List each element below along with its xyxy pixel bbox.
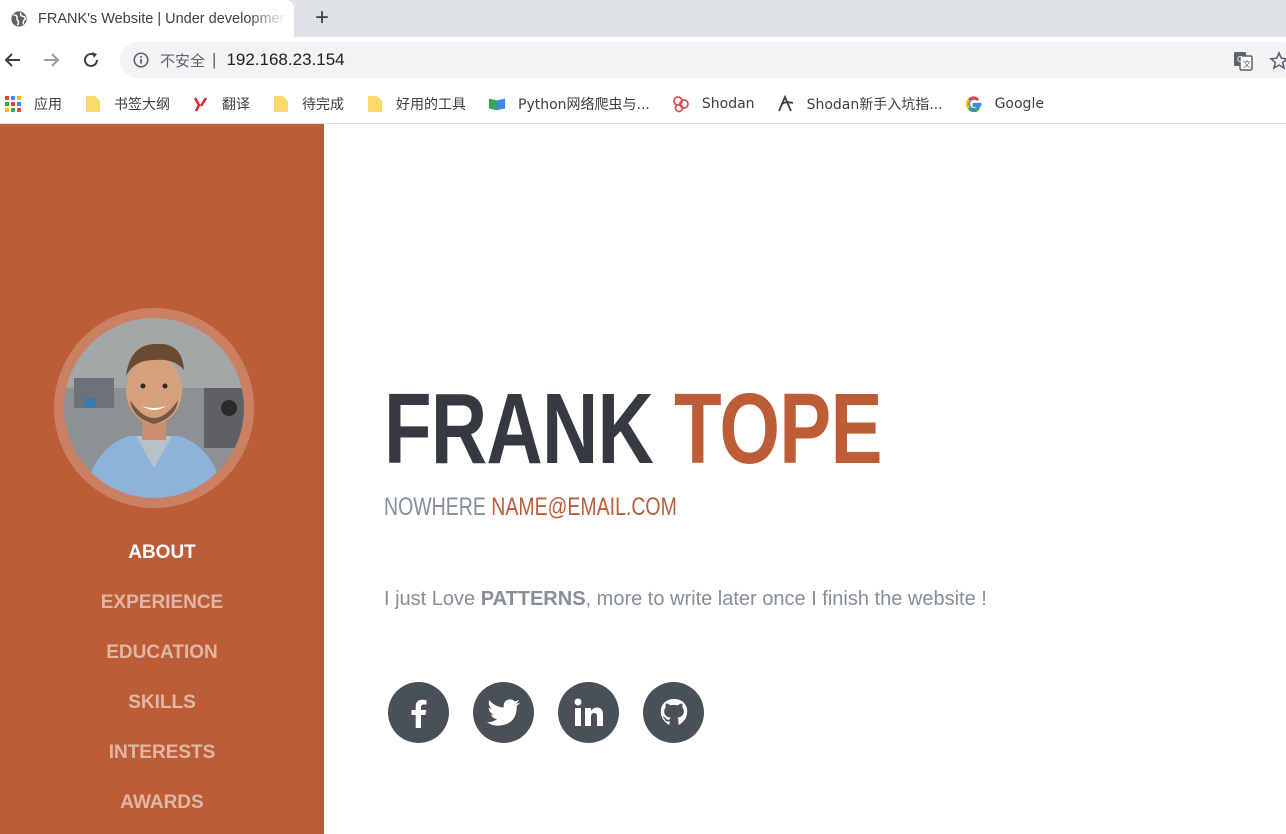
forward-arrow-icon [44, 53, 60, 67]
browser-toolbar: 不安全 | 192.168.23.154 G 文 [0, 37, 1286, 84]
forward-button[interactable] [38, 47, 64, 73]
youdao-icon [192, 95, 210, 113]
bookmark-apps[interactable]: 应用 [4, 90, 72, 118]
tab-title: FRANK's Website | Under development [38, 10, 286, 27]
bookmark-label: Python网络爬虫与... [518, 96, 650, 113]
translate-button[interactable]: G 文 [1232, 50, 1254, 72]
twitter-icon [486, 698, 520, 726]
url-text[interactable]: 192.168.23.154 [226, 50, 344, 70]
nav-item-awards[interactable]: AWARDS [0, 788, 324, 834]
twitter-button[interactable] [473, 682, 534, 743]
linkedin-icon [574, 698, 603, 726]
book-icon [488, 95, 506, 113]
bookmark-folder-todo[interactable]: 待完成 [272, 90, 354, 118]
lead-text-bold: PATTERNS [480, 588, 586, 610]
browser-tab[interactable]: FRANK's Website | Under development [0, 0, 294, 37]
bookmark-translate[interactable]: 翻译 [192, 90, 260, 118]
bookmarks-bar: 应用 书签大纲 翻译 待完成 好用的工具 Python网络爬虫与... Shod… [0, 84, 1286, 124]
nav-item-experience[interactable]: EXPERIENCE [0, 588, 324, 638]
bookmark-shodan-guide[interactable]: Shodan新手入坑指... [777, 90, 953, 118]
last-name: TOPE [673, 373, 883, 485]
back-button[interactable] [0, 47, 26, 73]
social-icons [388, 682, 728, 743]
globe-icon [11, 10, 27, 27]
bookmark-shodan[interactable]: Shodan [672, 90, 765, 118]
linkedin-button[interactable] [558, 682, 619, 743]
about-section: FRANK TOPE NOWHERE NAME@EMAIL.COM I just… [324, 124, 1286, 834]
star-icon [1269, 51, 1286, 70]
shodan-icon [672, 95, 690, 113]
tab-strip: FRANK's Website | Under development + [0, 0, 1286, 37]
sidebar: ABOUT EXPERIENCE EDUCATION SKILLS INTERE… [0, 124, 324, 834]
nav-item-interests[interactable]: INTERESTS [0, 738, 324, 788]
folder-icon [84, 95, 102, 113]
lead-text-start: I just Love [384, 588, 481, 610]
bookmark-label: 好用的工具 [396, 96, 466, 113]
address-separator: | [212, 50, 217, 69]
facebook-icon [411, 699, 426, 728]
nav-item-skills[interactable]: SKILLS [0, 688, 324, 738]
nav-item-about[interactable]: ABOUT [0, 538, 324, 588]
contact-subheading: NOWHERE NAME@EMAIL.COM [384, 492, 677, 522]
lead-text-end: , more to write later once I finish the … [585, 588, 987, 610]
bookmark-folder-tools[interactable]: 好用的工具 [366, 90, 476, 118]
bookmark-star-button[interactable] [1268, 50, 1286, 72]
folder-icon [272, 95, 290, 113]
page-title: FRANK TOPE [384, 373, 883, 485]
nav-item-education[interactable]: EDUCATION [0, 638, 324, 688]
security-label[interactable]: 不安全 [160, 50, 205, 71]
facebook-button[interactable] [388, 682, 449, 743]
profile-photo [64, 318, 244, 498]
sidebar-nav: ABOUT EXPERIENCE EDUCATION SKILLS INTERE… [0, 538, 324, 834]
github-icon [660, 698, 687, 725]
first-name: FRANK [384, 373, 654, 485]
bookmark-label: Shodan [701, 95, 755, 112]
info-icon[interactable] [132, 51, 150, 69]
bookmark-label: 翻译 [222, 96, 250, 113]
lead-paragraph: I just Love PATTERNS, more to write late… [384, 588, 987, 611]
address-bar[interactable]: 不安全 | 192.168.23.154 [120, 42, 1286, 78]
bookmark-label: 待完成 [302, 96, 344, 113]
bookmark-google[interactable]: Google [965, 90, 1054, 118]
reload-icon [84, 52, 98, 67]
reload-button[interactable] [78, 47, 104, 73]
apps-grid-icon [4, 95, 22, 113]
svg-text:文: 文 [1243, 59, 1251, 69]
new-tab-button[interactable]: + [308, 4, 336, 32]
address-text: NOWHERE [384, 493, 486, 521]
email-link[interactable]: NAME@EMAIL.COM [491, 493, 677, 521]
bookmark-folder-outline[interactable]: 书签大纲 [84, 90, 180, 118]
github-button[interactable] [643, 682, 704, 743]
folder-icon [366, 95, 384, 113]
bookmark-label: Shodan新手入坑指... [806, 96, 943, 113]
bookmark-label: 应用 [34, 96, 62, 113]
translate-icon: G 文 [1234, 52, 1253, 71]
bookmark-label: 书签大纲 [114, 96, 170, 113]
profile-photo-frame [54, 308, 254, 508]
back-arrow-icon [4, 53, 20, 67]
shodan-guide-icon [777, 94, 795, 113]
bookmark-label: Google [994, 95, 1044, 112]
bookmark-python-crawler[interactable]: Python网络爬虫与... [488, 90, 660, 118]
google-icon [965, 95, 983, 113]
